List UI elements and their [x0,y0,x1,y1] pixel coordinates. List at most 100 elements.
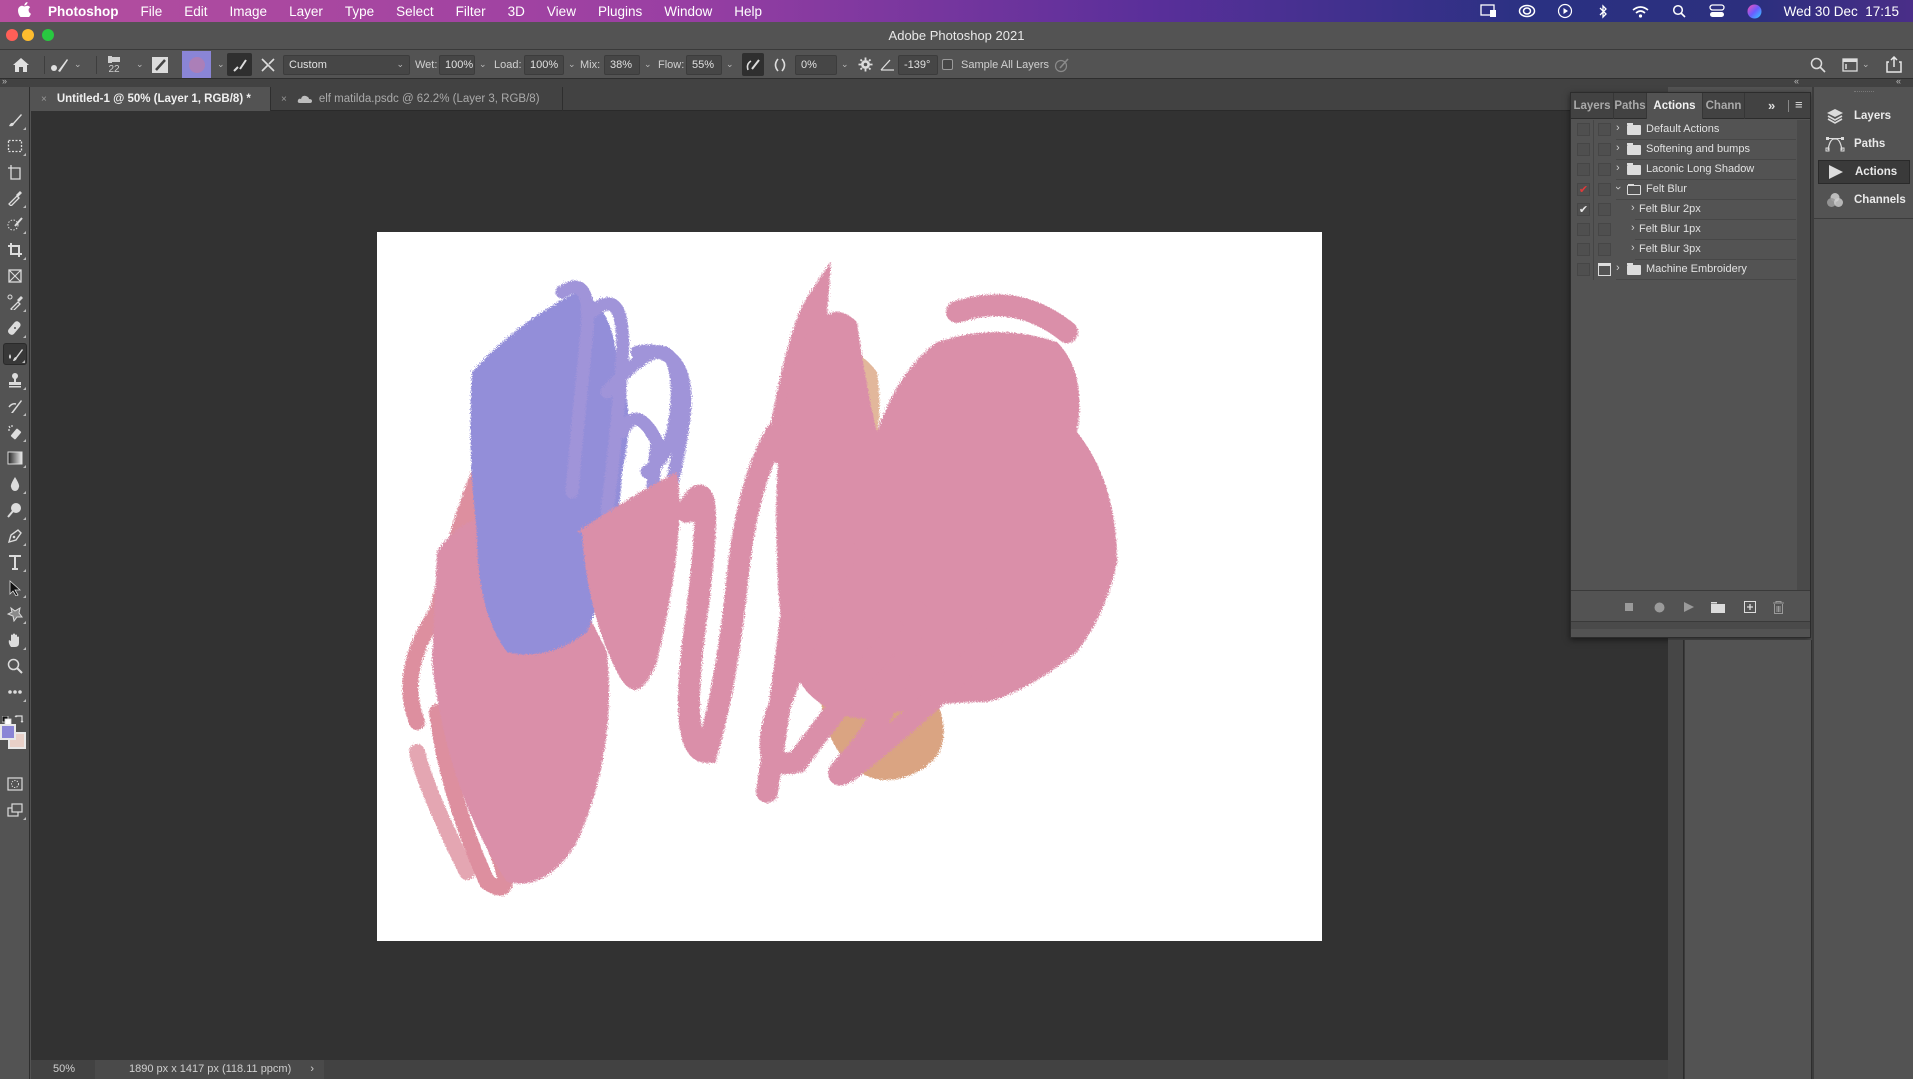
crop-tool[interactable] [3,239,27,261]
share-button[interactable] [1886,53,1902,76]
chevron-down-icon[interactable]: ⌄ [726,59,740,70]
tab-paths[interactable]: Paths [1614,93,1647,119]
toggle-item-checkbox[interactable] [1577,223,1590,236]
path-selection-tool[interactable] [3,577,27,599]
toggle-dialog-checkbox[interactable] [1598,123,1611,136]
menu-3d[interactable]: 3D [508,4,525,19]
tab-elf-matilda[interactable]: × elf matilda.psdc @ 62.2% (Layer 3, RGB… [271,87,563,111]
pressure-size-toggle[interactable] [1054,53,1070,76]
toggle-item-checkbox[interactable] [1577,163,1590,176]
tab-channels[interactable]: Chann [1703,93,1745,119]
zoom-level[interactable]: 50% [53,1063,75,1075]
delete-button[interactable] [1770,599,1786,615]
artboard-tool[interactable] [3,161,27,183]
toggle-dialog-checkbox[interactable] [1598,243,1611,256]
current-brush-load-swatch[interactable] [182,51,211,78]
toggle-dialog-checkbox[interactable] [1598,183,1611,196]
new-action-button[interactable] [1742,599,1758,615]
search-button[interactable] [1810,53,1826,76]
siri-icon[interactable] [1746,4,1764,18]
panel-resize-grip[interactable] [1571,621,1810,629]
toggle-item-checkbox[interactable] [1577,123,1590,136]
menubar-clock[interactable]: Wed 30 Dec 17:15 [1784,4,1899,19]
action-set-row[interactable]: › Laconic Long Shadow [1571,160,1796,180]
zoom-tool[interactable] [3,655,27,677]
action-set-row[interactable]: ✔ › Felt Blur [1571,180,1796,200]
quick-selection-tool[interactable] [3,213,27,235]
toggle-item-checkbox[interactable]: ✔ [1577,203,1590,216]
dock-item-channels[interactable]: Channels [1818,188,1910,212]
menu-image[interactable]: Image [230,4,268,19]
toggle-dialog-checkbox[interactable] [1598,223,1611,236]
action-row[interactable]: › Felt Blur 1px [1571,220,1796,240]
toggle-dialog-checkbox[interactable] [1598,143,1611,156]
close-tab-icon[interactable]: × [281,94,287,105]
chevron-right-icon[interactable]: › [1616,262,1620,274]
menu-select[interactable]: Select [396,4,434,19]
brush-tool[interactable] [3,109,27,131]
chevron-down-icon[interactable]: ⌄ [644,59,658,70]
airbrush-toggle[interactable] [742,53,764,76]
color-sampler-tool[interactable] [3,291,27,313]
load-input[interactable]: 100% ⌄ [524,53,582,76]
chevron-down-icon[interactable]: ⌄ [217,53,225,76]
menu-help[interactable]: Help [734,4,762,19]
dock-item-layers[interactable]: Layers [1818,104,1910,128]
workspace-switcher[interactable]: ⌄ [1842,53,1870,76]
collapse-panel-icon[interactable]: « [1794,76,1799,86]
dock-item-paths[interactable]: Paths [1818,132,1910,156]
angle-input[interactable]: -139° [898,53,938,76]
screen-mode-button[interactable] [3,799,27,821]
magic-eraser-tool[interactable] [3,421,27,443]
document-canvas[interactable] [377,232,1322,941]
action-set-row[interactable]: › Softening and bumps [1571,140,1796,160]
pen-tool[interactable] [3,525,27,547]
checkbox-box[interactable] [942,59,953,70]
blur-tool[interactable] [3,473,27,495]
mixer-preset-select[interactable]: Custom ⌄ [283,53,410,76]
record-button[interactable] [1651,599,1667,615]
dock-grip[interactable] [1854,91,1874,94]
chevron-right-icon[interactable]: › [1631,202,1635,214]
chevron-down-icon[interactable]: › [1612,186,1624,190]
chevron-right-icon[interactable]: › [1631,242,1635,254]
chevron-right-icon[interactable]: › [1616,122,1620,134]
overflow-tabs-icon[interactable]: » [1768,98,1775,113]
menu-app-photoshop[interactable]: Photoshop [48,4,119,19]
action-set-row[interactable]: › Default Actions [1571,120,1796,140]
brush-size-picker[interactable]: 22 [106,53,122,76]
menu-file[interactable]: File [141,4,163,19]
toggle-dialog-checkbox[interactable] [1598,203,1611,216]
gradient-tool[interactable] [3,447,27,469]
stop-button[interactable] [1621,599,1637,615]
apple-menu-icon[interactable] [14,1,34,21]
clone-stamp-tool[interactable] [3,369,27,391]
toggle-item-checkbox[interactable] [1577,243,1590,256]
frame-tool[interactable] [3,265,27,287]
menu-type[interactable]: Type [345,4,374,19]
more-tools-button[interactable] [3,681,27,703]
menu-filter[interactable]: Filter [456,4,486,19]
collapse-dock-icon[interactable]: « [1896,76,1901,86]
marquee-tool[interactable] [3,135,27,157]
healing-brush-tool[interactable] [3,317,27,339]
wet-input[interactable]: 100% ⌄ [439,53,493,76]
chevron-right-icon[interactable]: › [1616,142,1620,154]
tab-untitled-1[interactable]: × Untitled-1 @ 50% (Layer 1, RGB/8) * [31,87,271,111]
expand-toolbar-icon[interactable]: » [2,76,7,86]
actions-scrollbar[interactable] [1797,120,1810,590]
menu-plugins[interactable]: Plugins [598,4,642,19]
tab-actions[interactable]: Actions [1647,93,1703,119]
new-set-button[interactable] [1710,599,1726,615]
history-brush-tool[interactable] [3,395,27,417]
action-row[interactable]: › Felt Blur 3px [1571,240,1796,260]
smoothing-options-button[interactable] [858,53,873,76]
eyedropper-tool[interactable] [3,187,27,209]
chevron-down-icon[interactable]: ⌄ [136,53,144,76]
play-circle-icon[interactable] [1556,3,1574,19]
mix-input[interactable]: 38% ⌄ [604,53,658,76]
control-center-icon[interactable] [1708,4,1726,18]
tab-layers[interactable]: Layers [1571,93,1614,119]
wifi-icon[interactable] [1632,4,1650,18]
chevron-down-icon[interactable]: ⌄ [479,59,493,70]
